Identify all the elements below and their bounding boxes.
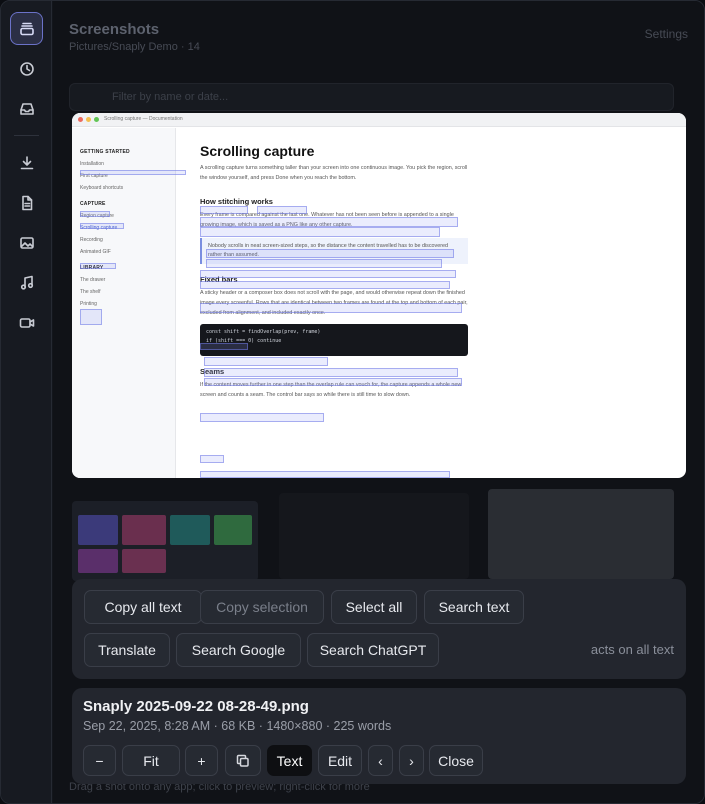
ocr-line-box[interactable]	[206, 249, 454, 258]
nav-item: Recording	[80, 237, 103, 243]
ocr-line-box[interactable]	[200, 303, 462, 313]
code-line: const shift = findOverlap(prev, frame)	[206, 329, 321, 335]
file-meta: Sep 22, 2025, 8:28 AM · 68 KB · 1480×880…	[83, 719, 392, 733]
sidebar-inbox-button[interactable]	[10, 92, 43, 125]
library-subtitle: Pictures/Snaply Demo · 14	[69, 41, 200, 53]
preview-doc-nav: GETTING STARTED Installation First captu…	[72, 128, 176, 478]
library-icon	[19, 22, 34, 35]
search-google-button[interactable]: Search Google	[176, 633, 301, 667]
translate-button[interactable]: Translate	[84, 633, 170, 667]
text-actions-panel: Copy all text Copy selection Select all …	[72, 579, 686, 679]
preview-window-title: Scrolling capture — Documentation	[104, 116, 183, 122]
doc-paragraph: A scrolling capture turns something tall…	[200, 165, 468, 181]
library-search-placeholder: Filter by name or date...	[112, 91, 229, 103]
ocr-word-box[interactable]	[80, 223, 124, 229]
copy-icon	[236, 754, 249, 767]
document-icon	[21, 195, 32, 210]
sidebar-images-button[interactable]	[10, 226, 43, 259]
edit-button[interactable]: Edit	[318, 745, 362, 776]
select-all-button[interactable]: Select all	[331, 590, 417, 624]
ocr-line-box[interactable]	[200, 270, 456, 278]
ocr-line-box[interactable]	[200, 227, 440, 237]
image-icon	[19, 236, 34, 249]
ocr-line-box[interactable]	[200, 471, 450, 478]
search-chatgpt-button[interactable]: Search ChatGPT	[307, 633, 439, 667]
clock-icon	[19, 61, 34, 76]
sidebar-music-button[interactable]	[10, 266, 43, 299]
sidebar	[1, 1, 52, 803]
ocr-word-box[interactable]	[80, 263, 116, 269]
nav-item: Animated GIF	[80, 249, 111, 255]
file-name: Snaply 2025-09-22 08-28-49.png	[83, 698, 309, 715]
previous-button[interactable]: ‹	[368, 745, 393, 776]
ocr-word-box[interactable]	[80, 211, 110, 217]
ocr-line-box[interactable]	[204, 378, 462, 386]
thumbnail-card[interactable]	[72, 501, 258, 581]
doc-subheading: How stitching works	[200, 197, 273, 206]
copy-image-button[interactable]	[225, 745, 261, 776]
screenshot-preview[interactable]: Scrolling capture — Documentation GETTIN…	[72, 113, 686, 478]
sidebar-recent-button[interactable]	[10, 52, 43, 85]
sidebar-divider	[14, 135, 39, 136]
zoom-out-button[interactable]: −	[83, 745, 116, 776]
doc-code-block: const shift = findOverlap(prev, frame) i…	[200, 324, 468, 356]
copy-all-text-button[interactable]: Copy all text	[84, 590, 202, 624]
ocr-word-box[interactable]	[200, 343, 248, 350]
ocr-word-box[interactable]	[80, 309, 102, 325]
doc-heading: Scrolling capture	[200, 143, 315, 159]
nav-heading: CAPTURE	[80, 201, 106, 207]
text-mode-button[interactable]: Text	[267, 745, 312, 776]
fit-button[interactable]: Fit	[122, 745, 180, 776]
ocr-line-box[interactable]	[200, 281, 450, 289]
music-icon	[20, 275, 33, 290]
download-icon	[20, 155, 33, 169]
nav-item: Installation	[80, 161, 104, 167]
actions-scope-hint: acts on all text	[590, 642, 674, 657]
ocr-line-box[interactable]	[204, 357, 328, 366]
thumbnail-card[interactable]	[279, 493, 469, 579]
video-icon	[19, 317, 34, 328]
library-search-input[interactable]: Filter by name or date...	[69, 83, 674, 111]
nav-item: The shelf	[80, 289, 101, 295]
ocr-line-box[interactable]	[206, 259, 442, 268]
nav-heading: GETTING STARTED	[80, 149, 130, 155]
ocr-line-box[interactable]	[200, 413, 324, 422]
nav-item: The drawer	[80, 277, 106, 283]
sidebar-library-button[interactable]	[10, 12, 43, 45]
file-info-panel: Snaply 2025-09-22 08-28-49.png Sep 22, 2…	[72, 688, 686, 784]
library-title: Screenshots	[69, 21, 160, 38]
next-button[interactable]: ›	[399, 745, 424, 776]
preview-titlebar: Scrolling capture — Documentation	[72, 113, 686, 127]
ocr-word-box[interactable]	[257, 206, 307, 214]
ocr-word-box[interactable]	[200, 455, 224, 463]
thumbnail-card[interactable]	[488, 489, 674, 579]
sidebar-downloads-button[interactable]	[10, 146, 43, 179]
inbox-icon	[19, 102, 34, 115]
ocr-word-box[interactable]	[200, 206, 248, 214]
ocr-line-box[interactable]	[200, 217, 458, 227]
sidebar-video-button[interactable]	[10, 306, 43, 339]
sidebar-documents-button[interactable]	[10, 186, 43, 219]
copy-selection-button[interactable]: Copy selection	[200, 590, 324, 624]
search-text-button[interactable]: Search text	[424, 590, 524, 624]
nav-item: Keyboard shortcuts	[80, 185, 124, 191]
app-window: Screenshots Pictures/Snaply Demo · 14 Se…	[0, 0, 705, 804]
close-button[interactable]: Close	[429, 745, 483, 776]
settings-link[interactable]: Settings	[645, 27, 688, 41]
zoom-in-button[interactable]: +	[185, 745, 218, 776]
ocr-line-box[interactable]	[204, 368, 458, 377]
ocr-word-box[interactable]	[80, 170, 186, 175]
